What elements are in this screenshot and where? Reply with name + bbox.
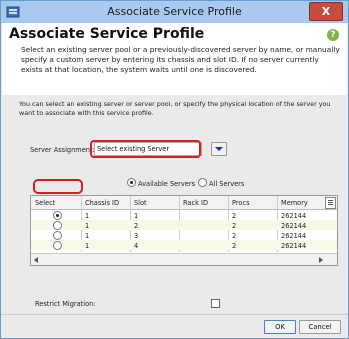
dialog-header: Associate Service Profile ? Select an ex…	[2, 23, 347, 95]
dialog-heading: Associate Service Profile	[9, 26, 205, 42]
servers-table: Select Chassis ID Slot Rack ID Procs Mem…	[30, 195, 338, 266]
radio-icon	[127, 178, 136, 187]
table-header: Select Chassis ID Slot Rack ID Procs Mem…	[31, 196, 337, 210]
dropdown-arrow-icon[interactable]	[211, 142, 227, 156]
cell-procs: 2	[232, 242, 237, 250]
cancel-button[interactable]: Cancel	[299, 320, 341, 334]
title-bar: Associate Service Profile X	[1, 1, 348, 23]
cell-memory: 262144	[281, 212, 307, 220]
dialog-footer: OK Cancel	[1, 314, 348, 339]
column-header-select[interactable]: Select	[35, 199, 55, 207]
server-assignment-label: Server Assignment:	[30, 146, 95, 154]
dialog-description: Select an existing server pool or a prev…	[21, 45, 340, 74]
column-header-slot[interactable]: Slot	[134, 199, 147, 207]
cell-procs: 2	[232, 232, 237, 240]
all-servers-label: All Servers	[209, 180, 245, 188]
ok-button[interactable]: OK	[264, 320, 296, 334]
cell-procs: 2	[232, 212, 237, 220]
row-select-radio[interactable]	[53, 211, 62, 220]
table-row[interactable]: 1 2 2 262144	[31, 220, 337, 230]
row-select-radio[interactable]	[53, 221, 62, 230]
available-servers-label: Available Servers	[138, 180, 195, 188]
highlight-annotation	[90, 140, 201, 158]
dialog-body: You can select an existing server or ser…	[2, 95, 347, 314]
scroll-right-icon[interactable]	[319, 257, 323, 263]
cell-chassis-id: 1	[85, 242, 90, 250]
scroll-left-icon[interactable]	[34, 257, 38, 263]
close-button[interactable]: X	[309, 2, 343, 21]
row-select-radio[interactable]	[53, 231, 62, 240]
cell-procs: 2	[232, 222, 237, 230]
cell-slot: 1	[134, 212, 139, 220]
column-header-rack-id[interactable]: Rack ID	[183, 199, 208, 207]
cell-slot: 2	[134, 222, 139, 230]
row-select-radio[interactable]	[53, 241, 62, 250]
cell-chassis-id: 1	[85, 222, 90, 230]
column-header-memory[interactable]: Memory	[281, 199, 308, 207]
radio-icon	[198, 178, 207, 187]
cell-slot: 4	[134, 242, 139, 250]
cell-slot: 3	[134, 232, 139, 240]
cell-memory: 262144	[281, 222, 307, 230]
highlight-annotation	[33, 179, 83, 194]
all-servers-radio[interactable]: All Servers	[198, 178, 244, 188]
table-row[interactable]: 1 1 2 262144	[31, 210, 337, 220]
table-row[interactable]: 1 4 2 262144	[31, 240, 337, 250]
help-icon[interactable]: ?	[327, 29, 339, 41]
column-header-procs[interactable]: Procs	[232, 199, 250, 207]
window-title: Associate Service Profile	[107, 5, 242, 18]
cell-chassis-id: 1	[85, 212, 90, 220]
column-header-chassis-id[interactable]: Chassis ID	[85, 199, 119, 207]
cell-memory: 262144	[281, 242, 307, 250]
restrict-migration-label: Restrict Migration:	[35, 300, 96, 308]
available-servers-radio[interactable]: Available Servers	[127, 178, 195, 188]
restrict-migration-checkbox[interactable]	[211, 299, 220, 308]
horizontal-scrollbar[interactable]	[31, 253, 337, 265]
table-row[interactable]: 1 3 2 262144	[31, 230, 337, 240]
column-chooser-icon[interactable]	[325, 197, 336, 209]
intro-text: You can select an existing server or ser…	[19, 100, 331, 117]
cell-chassis-id: 1	[85, 232, 90, 240]
associate-service-profile-dialog: Associate Service Profile X Associate Se…	[0, 0, 349, 339]
cell-memory: 262144	[281, 232, 307, 240]
